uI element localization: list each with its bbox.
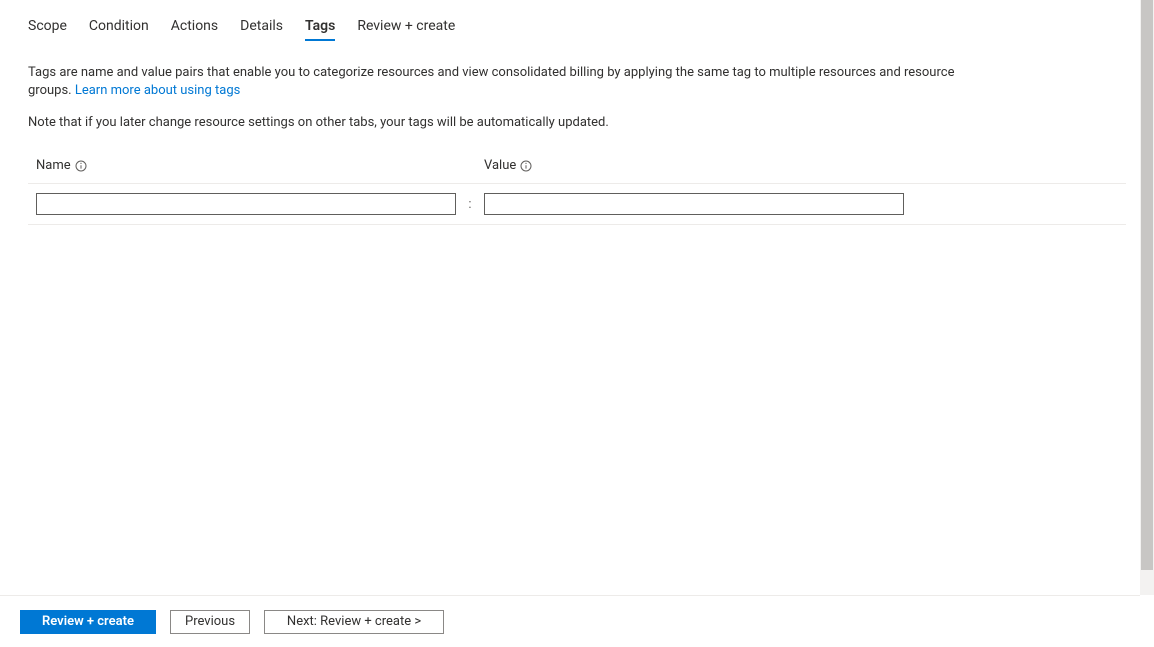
scrollbar-track[interactable] <box>1140 0 1154 595</box>
column-header-name: Name <box>36 158 456 173</box>
value-header-label: Value <box>484 158 516 173</box>
tag-name-input[interactable] <box>36 193 456 215</box>
column-header-value: Value <box>484 158 904 173</box>
info-icon[interactable] <box>520 160 532 172</box>
main-content: Scope Condition Actions Details Tags Rev… <box>0 0 1154 595</box>
note-paragraph: Note that if you later change resource s… <box>28 114 1126 132</box>
page-wrap: Scope Condition Actions Details Tags Rev… <box>0 0 1154 647</box>
tab-scope[interactable]: Scope <box>28 18 67 40</box>
intro-paragraph: Tags are name and value pairs that enabl… <box>28 64 988 100</box>
tag-header-row: Name Value <box>28 158 1126 184</box>
tab-tags[interactable]: Tags <box>305 18 335 40</box>
tag-separator: : <box>456 197 484 212</box>
scrollbar-thumb[interactable] <box>1141 0 1153 570</box>
previous-button[interactable]: Previous <box>170 610 250 634</box>
tab-condition[interactable]: Condition <box>89 18 149 40</box>
review-create-button[interactable]: Review + create <box>20 610 156 634</box>
tab-review-create[interactable]: Review + create <box>357 18 455 40</box>
name-header-label: Name <box>36 158 71 173</box>
next-button[interactable]: Next: Review + create > <box>264 610 444 634</box>
learn-more-link[interactable]: Learn more about using tags <box>75 83 241 98</box>
info-icon[interactable] <box>75 160 87 172</box>
tab-bar: Scope Condition Actions Details Tags Rev… <box>28 18 1126 40</box>
tab-details[interactable]: Details <box>240 18 283 40</box>
tag-input-row: : <box>28 184 1126 225</box>
footer-bar: Review + create Previous Next: Review + … <box>0 596 1154 647</box>
tag-value-input[interactable] <box>484 193 904 215</box>
tab-actions[interactable]: Actions <box>171 18 218 40</box>
